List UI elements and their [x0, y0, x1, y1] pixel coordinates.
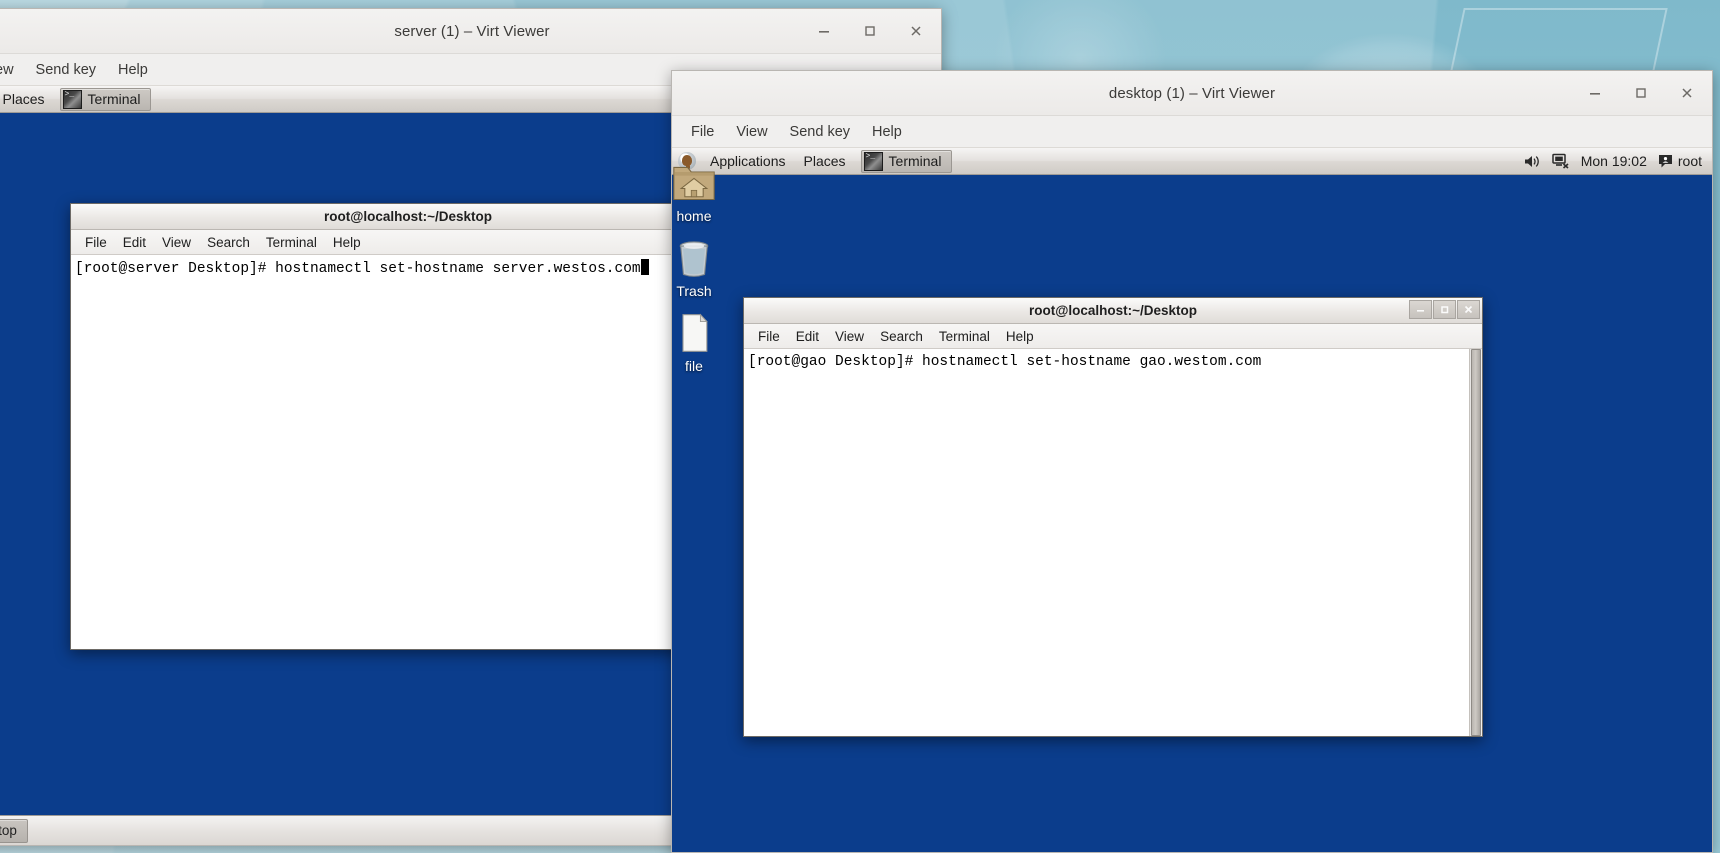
terminal-maximize-icon[interactable]	[1433, 300, 1456, 319]
window-controls-server	[811, 9, 929, 53]
terminal-icon	[63, 90, 82, 109]
terminal-menu-help-server[interactable]: Help	[325, 232, 369, 253]
document-icon	[672, 312, 716, 354]
terminal-icon	[864, 152, 883, 171]
terminal-scrollbar-thumb[interactable]	[1471, 349, 1481, 736]
menu-places-desktop[interactable]: Places	[795, 148, 855, 174]
screen: server (1) – Virt Viewer File Edit View …	[0, 0, 1720, 853]
menu-sendkey-server[interactable]: Send key	[27, 58, 105, 82]
terminal-line: [root@server Desktop]# hostnamectl set-h…	[75, 261, 641, 277]
close-icon[interactable]	[903, 18, 929, 44]
maximize-icon[interactable]	[1628, 80, 1654, 106]
menu-view-server[interactable]: View	[0, 58, 23, 82]
network-disconnected-icon[interactable]	[1552, 153, 1570, 169]
terminal-scrollbar[interactable]	[1469, 349, 1482, 736]
terminal-title-desktop: root@localhost:~/Desktop	[1029, 303, 1197, 318]
terminal-title-server: root@localhost:~/Desktop	[324, 209, 492, 224]
gnome-terminal-window-desktop[interactable]: root@localhost:~/Desktop Fi	[743, 297, 1483, 737]
desktop-icon-file-desktop[interactable]: file	[672, 312, 740, 374]
terminal-menu-search-desktop[interactable]: Search	[872, 326, 931, 347]
close-icon[interactable]	[1674, 80, 1700, 106]
terminal-menu-file-desktop[interactable]: File	[750, 326, 788, 347]
terminal-menubar-server: File Edit View Search Terminal Help	[71, 230, 745, 255]
folder-home-icon	[672, 162, 716, 204]
desktop-icon-trash-desktop[interactable]: Trash	[672, 237, 740, 299]
desktop-icon-label-file-desktop: file	[685, 358, 703, 374]
desktop-icon-home-desktop[interactable]: home	[672, 162, 740, 224]
minimize-icon[interactable]	[811, 18, 837, 44]
terminal-menu-search-server[interactable]: Search	[199, 232, 258, 253]
terminal-menu-file-server[interactable]: File	[77, 232, 115, 253]
terminal-menu-view-desktop[interactable]: View	[827, 326, 872, 347]
panel-left-server: Applications Places Terminal	[0, 86, 151, 112]
menubar-desktop: File View Send key Help	[672, 116, 1712, 148]
desktop-icon-label-home-desktop: home	[676, 208, 711, 224]
user-icon	[1658, 154, 1673, 168]
terminal-window-controls-desktop	[1409, 300, 1480, 319]
window-title-server: server (1) – Virt Viewer	[394, 23, 549, 40]
panel-right-desktop: Mon 19:02 root	[1524, 153, 1712, 169]
terminal-body-desktop[interactable]: [root@gao Desktop]# hostnamectl set-host…	[744, 349, 1482, 736]
panel-clock[interactable]: Mon 19:02	[1581, 153, 1647, 169]
gnome-terminal-window-server[interactable]: root@localhost:~/Desktop _ □ ✕ File Edit…	[70, 203, 746, 650]
terminal-body-server[interactable]: [root@server Desktop]# hostnamectl set-h…	[71, 255, 745, 649]
terminal-cursor	[641, 259, 649, 275]
window-title-desktop: desktop (1) – Virt Viewer	[1109, 85, 1275, 102]
menu-places-server[interactable]: Places	[0, 86, 54, 112]
terminal-close-icon[interactable]	[1457, 300, 1480, 319]
minimize-icon[interactable]	[1582, 80, 1608, 106]
gnome-top-panel-desktop: Applications Places Terminal	[672, 148, 1712, 175]
desktop-icon-label-trash-desktop: Trash	[676, 283, 711, 299]
titlebar-desktop[interactable]: desktop (1) – Virt Viewer	[672, 71, 1712, 116]
virt-viewer-window-desktop[interactable]: desktop (1) – Virt Viewer File View Send…	[671, 70, 1713, 853]
volume-icon[interactable]	[1524, 154, 1541, 169]
panel-user-menu[interactable]: root	[1658, 153, 1702, 169]
terminal-output-server[interactable]: [root@server Desktop]# hostnamectl set-h…	[71, 255, 745, 649]
window-controls-desktop	[1582, 71, 1700, 115]
terminal-output-desktop[interactable]: [root@gao Desktop]# hostnamectl set-host…	[744, 349, 1469, 736]
taskbar-window-button-server[interactable]: @localhost:~/Desktop	[0, 819, 28, 843]
taskbar-item-terminal-server[interactable]: Terminal	[60, 88, 152, 111]
menu-help-server[interactable]: Help	[109, 58, 157, 82]
menu-file-desktop[interactable]: File	[682, 120, 723, 144]
terminal-menu-help-desktop[interactable]: Help	[998, 326, 1042, 347]
terminal-titlebar-desktop[interactable]: root@localhost:~/Desktop	[744, 298, 1482, 324]
terminal-menu-view-server[interactable]: View	[154, 232, 199, 253]
taskbar-item-label-server: Terminal	[88, 91, 141, 107]
guest-desktop-desktop: Applications Places Terminal	[672, 148, 1712, 852]
terminal-titlebar-server[interactable]: root@localhost:~/Desktop _ □ ✕	[71, 204, 745, 230]
terminal-menu-terminal-server[interactable]: Terminal	[258, 232, 325, 253]
titlebar-server[interactable]: server (1) – Virt Viewer	[0, 9, 941, 54]
menu-sendkey-desktop[interactable]: Send key	[781, 120, 859, 144]
terminal-menubar-desktop: File Edit View Search Terminal Help	[744, 324, 1482, 349]
taskbar-item-label-desktop: Terminal	[889, 153, 942, 169]
terminal-menu-terminal-desktop[interactable]: Terminal	[931, 326, 998, 347]
trash-icon	[672, 237, 716, 279]
taskbar-item-terminal-desktop[interactable]: Terminal	[861, 150, 953, 173]
panel-user-label: root	[1678, 153, 1702, 169]
terminal-menu-edit-server[interactable]: Edit	[115, 232, 154, 253]
desktop-icons-desktop: home Trash file	[672, 162, 740, 374]
menu-help-desktop[interactable]: Help	[863, 120, 911, 144]
menu-view-desktop[interactable]: View	[727, 120, 776, 144]
maximize-icon[interactable]	[857, 18, 883, 44]
terminal-menu-edit-desktop[interactable]: Edit	[788, 326, 827, 347]
terminal-minimize-icon[interactable]	[1409, 300, 1432, 319]
